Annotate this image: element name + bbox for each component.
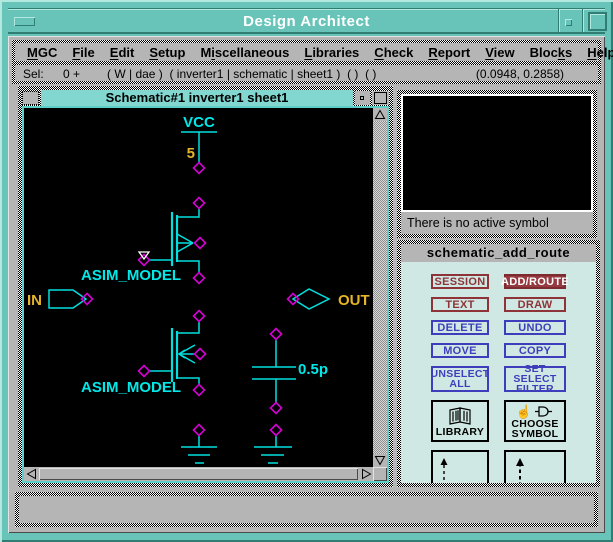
session-button[interactable]: SESSION (431, 274, 489, 289)
pmos-model-label: ASIM_MODEL (81, 267, 181, 284)
application-panel: MGC File Edit Setup Miscellaneous Libraries Ch… (8, 36, 613, 533)
menu-libraries[interactable]: Libraries (304, 45, 359, 60)
symbol-preview-area (401, 94, 593, 212)
text-button[interactable]: TEXT (431, 297, 489, 312)
menu-blocks[interactable]: Blocks (530, 45, 573, 60)
scrollbar-corner (373, 467, 387, 481)
scroll-down-arrow[interactable] (373, 454, 387, 467)
menu-help[interactable]: Help (587, 45, 613, 60)
window-titlebar: Design Architect (8, 8, 607, 34)
ground-symbol (181, 435, 217, 464)
add-wire-icon (440, 458, 448, 483)
pointing-hand-icon: ☝ (515, 403, 533, 419)
menu-edit[interactable]: Edit (110, 45, 135, 60)
design-architect-window: Design Architect MGC File Edit Setup Miscell… (0, 0, 613, 542)
window-title: Design Architect (243, 13, 370, 30)
schematic-window-menu-button[interactable] (22, 91, 39, 105)
statusbar: Sel: 0 + ( W | dae ) ( inverter1 | schem… (12, 62, 601, 84)
horizontal-scrollbar[interactable] (24, 467, 373, 481)
message-area (15, 492, 598, 527)
menu-miscellaneous[interactable]: Miscellaneous (200, 45, 289, 60)
message-area-content (19, 496, 594, 523)
out-port-label: OUT (338, 292, 370, 309)
menu-check[interactable]: Check (374, 45, 413, 60)
active-symbol-panel: There is no active symbol (397, 90, 597, 238)
pmos-drain-stub (177, 209, 200, 218)
capacitor-symbol (252, 339, 296, 403)
context-path: ( W | dae ) ( inverter1 | schematic | sh… (107, 67, 377, 81)
scroll-up-arrow[interactable] (373, 108, 387, 121)
library-book-icon (449, 407, 471, 425)
maximize-button[interactable] (588, 12, 607, 31)
vertical-scrollbar[interactable] (373, 108, 387, 467)
menu-setup[interactable]: Setup (149, 45, 185, 60)
menu-view[interactable]: View (485, 45, 514, 60)
menu-report[interactable]: Report (428, 45, 470, 60)
schematic-window: Schematic#1 inverter1 sheet1 VCC 5 ASIM_… (18, 86, 393, 487)
palette: schematic_add_route SESSION ADD/ROUTE TE… (397, 240, 600, 487)
add-bus-icon (516, 458, 524, 483)
nmos-model-label: ASIM_MODEL (81, 379, 181, 396)
selection-label: Sel: (23, 67, 44, 81)
move-button[interactable]: MOVE (431, 343, 489, 358)
cap-value-label: 0.5p (298, 361, 328, 378)
nmos-drain-stub (177, 322, 200, 334)
set-select-filter-button[interactable]: SET SELECT FILTER (504, 364, 566, 394)
copy-button[interactable]: COPY (504, 343, 566, 358)
no-active-symbol-message: There is no active symbol (407, 216, 549, 230)
horizontal-scroll-thumb[interactable] (39, 468, 358, 480)
menu-file[interactable]: File (72, 45, 94, 60)
schematic-maximize-button[interactable] (372, 91, 389, 105)
ground-symbol (254, 435, 292, 464)
menubar: MGC File Edit Setup Miscellaneous Libraries Ch… (12, 40, 613, 64)
in-port-label: IN (27, 292, 42, 309)
delete-button[interactable]: DELETE (431, 320, 489, 335)
menu-mgc[interactable]: MGC (27, 45, 57, 60)
titlebar-separator (582, 9, 584, 32)
minimize-button[interactable] (565, 19, 572, 26)
scroll-right-arrow[interactable] (359, 467, 373, 481)
vcc-label: VCC (183, 114, 215, 131)
scroll-left-arrow[interactable] (24, 467, 38, 481)
vcc-value-label: 5 (187, 145, 195, 162)
palette-title: schematic_add_route (401, 244, 596, 262)
logic-gate-icon (535, 405, 553, 417)
selection-count: 0 + (63, 67, 81, 81)
choose-symbol-button[interactable]: ☝ CHOOSE SYMBOL (504, 400, 566, 442)
schematic-minimize-button[interactable] (355, 91, 370, 105)
schematic-canvas[interactable]: VCC 5 ASIM_MODEL ASIM_MODEL IN OUT 0.5p (24, 108, 373, 467)
library-button[interactable]: LIBRARY (431, 400, 489, 442)
titlebar-separator (558, 9, 560, 32)
transistor-bars (170, 212, 179, 382)
schematic-window-title: Schematic#1 inverter1 sheet1 (41, 90, 353, 106)
add-route-button[interactable]: ADD/ROUTE (501, 274, 569, 289)
cursor-coordinates: (0.0948, 0.2858) (475, 67, 564, 81)
draw-button[interactable]: DRAW (504, 297, 566, 312)
add-bus-button[interactable] (504, 450, 566, 483)
undo-button[interactable]: UNDO (504, 320, 566, 335)
add-wire-button[interactable] (431, 450, 489, 483)
unselect-all-button[interactable]: UNSELECT ALL (431, 366, 489, 392)
